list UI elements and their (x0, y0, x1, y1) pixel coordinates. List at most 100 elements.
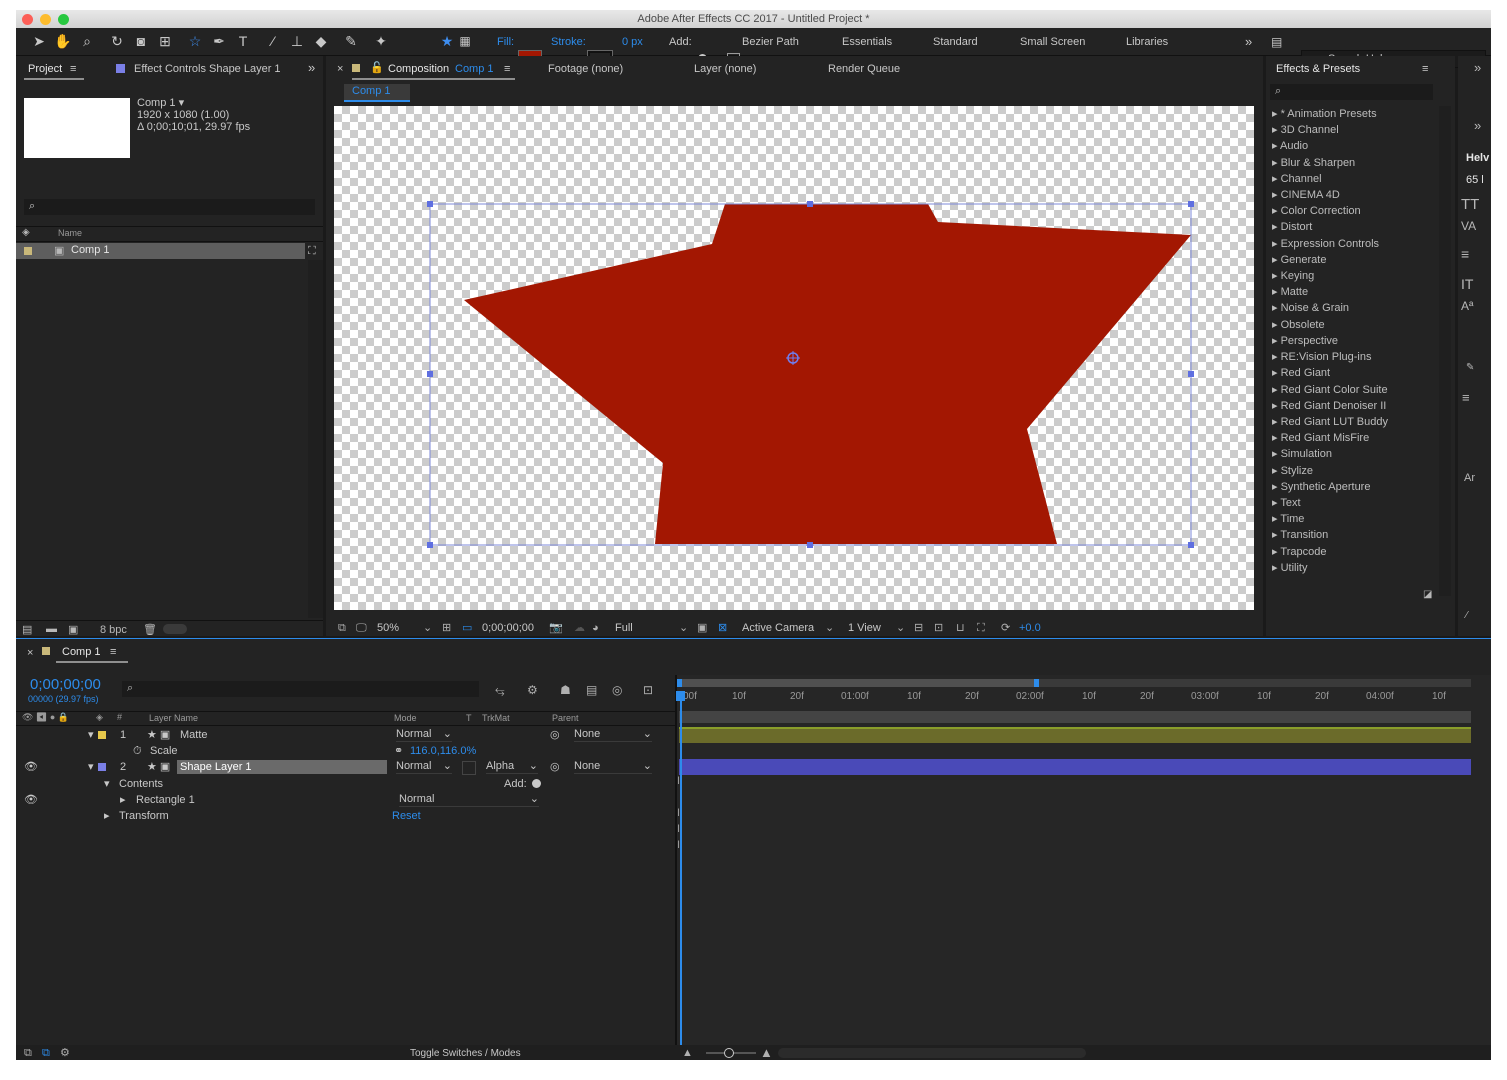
effects-category[interactable]: ▸ Red Giant LUT Buddy (1272, 415, 1388, 429)
panel-overflow-icon[interactable]: » (1474, 60, 1481, 75)
region-of-interest-icon[interactable]: ▣ (697, 622, 707, 634)
close-tab-icon[interactable]: × (27, 646, 33, 660)
effects-category[interactable]: ▸ Red Giant Denoiser II (1272, 399, 1386, 413)
trash-icon[interactable]: 🗑 (143, 623, 157, 636)
effects-scrollbar[interactable] (1439, 106, 1451, 596)
stroke-label[interactable]: Stroke: (551, 34, 586, 50)
mask-visibility-icon[interactable]: ▭ (462, 622, 472, 634)
effects-category[interactable]: ▸ Channel (1272, 172, 1322, 186)
constrain-proportions-icon[interactable]: ⚭ (394, 743, 403, 759)
checker-icon[interactable]: ▦ (456, 32, 474, 50)
selection-tool-icon[interactable]: ➤ (30, 32, 48, 50)
preserve-transparency-checkbox[interactable] (462, 761, 476, 775)
shy-layers-icon[interactable]: ☗ (560, 684, 571, 696)
motion-blur-icon[interactable]: ◎ (612, 684, 622, 696)
label-column-icon[interactable]: ◈ (22, 227, 30, 238)
new-folder-icon[interactable]: ▬ (46, 623, 57, 635)
align-icon[interactable]: ≡ (1462, 390, 1470, 405)
close-window-button[interactable] (22, 14, 33, 25)
transform-handle-ml[interactable] (427, 371, 433, 377)
workspace-standard[interactable]: Standard (933, 34, 978, 50)
trkmat-dropdown[interactable]: Alpha ⌄ (486, 759, 538, 774)
timeline-icon[interactable]: ⊔ (956, 622, 965, 634)
timeline-scrollbar[interactable] (778, 1048, 1086, 1058)
close-tab-icon[interactable]: × (337, 62, 343, 76)
layer-bar-matte[interactable] (679, 727, 1471, 743)
hand-tool-icon[interactable]: ✋ (54, 32, 72, 50)
flowchart-icon[interactable]: ⛶ (977, 622, 985, 634)
effects-category[interactable]: ▸ Noise & Grain (1272, 301, 1349, 315)
property-row-rectangle[interactable]: 👁 ▸ Rectangle 1 Normal ⌄ (16, 792, 675, 808)
tab-effect-controls[interactable]: Effect Controls Shape Layer 1 (134, 62, 281, 76)
pickwhip-icon[interactable]: ◎ (550, 759, 560, 775)
draft-3d-icon[interactable]: ⚙ (527, 684, 538, 696)
effects-category[interactable]: ▸ Audio (1272, 139, 1308, 153)
new-preset-icon[interactable]: ◪ (1423, 589, 1432, 600)
av-features-icon[interactable]: 👁 ◀ ● 🔒 (22, 712, 69, 723)
panel-overflow-icon[interactable]: » (308, 61, 315, 75)
layer-switches-icon[interactable]: ⧉ (24, 1047, 32, 1059)
effects-category[interactable]: ▸ Distort (1272, 220, 1312, 234)
workspace-libraries[interactable]: Libraries (1126, 34, 1168, 50)
lock-icon[interactable]: 🔓 (370, 61, 384, 75)
paragraph-icon[interactable]: ✎ (1466, 362, 1474, 373)
effects-search-input[interactable]: ⌕ (1270, 84, 1433, 100)
reset-link[interactable]: Reset (392, 808, 421, 824)
layer-row-matte[interactable]: ▾ 1 ★ ▣ Matte Normal ⌄ ◎ None ⌄ (16, 727, 675, 743)
transform-handle-tl[interactable] (427, 201, 433, 207)
interpret-footage-icon[interactable]: ▤ (22, 623, 32, 636)
expand-icon[interactable]: ▾ (88, 727, 94, 743)
effects-category[interactable]: ▸ Blur & Sharpen (1272, 156, 1355, 170)
time-ruler[interactable]: 00f 10f 20f 01:00f 10f 20f 02:00f 10f 20… (677, 691, 1472, 709)
effects-panel-title[interactable]: Effects & Presets (1276, 62, 1360, 76)
effects-category[interactable]: ▸ Text (1272, 496, 1301, 510)
tab-timeline-comp[interactable]: Comp 1 (62, 645, 101, 659)
project-scrollbar[interactable] (308, 260, 323, 618)
graph-editor-icon[interactable]: ⊡ (643, 684, 653, 696)
toggle-switches-modes[interactable]: Toggle Switches / Modes (410, 1048, 521, 1059)
effects-category[interactable]: ▸ Red Giant MisFire (1272, 431, 1369, 445)
toggle-icon[interactable] (163, 624, 187, 634)
time-navigator[interactable] (677, 679, 1471, 687)
trkmat-header[interactable]: TrkMat (482, 713, 510, 723)
comp-viewer[interactable] (334, 106, 1254, 610)
comp-mini-flowchart-icon[interactable]: ⥃ (495, 684, 505, 696)
frame-blending-icon[interactable]: ▤ (586, 684, 597, 696)
layer-bar-shape[interactable] (679, 759, 1471, 775)
time-graph[interactable]: 00f 10f 20f 01:00f 10f 20f 02:00f 10f 20… (676, 675, 1491, 1060)
panel-menu-icon[interactable]: ≡ (504, 62, 510, 76)
effects-category[interactable]: ▸ Matte (1272, 285, 1308, 299)
transform-handle-tr[interactable] (1188, 201, 1194, 207)
comp-info-name[interactable]: Comp 1 ▾ (137, 96, 184, 109)
effects-category[interactable]: ▸ 3D Channel (1272, 123, 1339, 137)
effects-category[interactable]: ▸ Keying (1272, 269, 1314, 283)
pen-tool-icon[interactable]: ✒ (210, 32, 228, 50)
effects-category[interactable]: ▸ Transition (1272, 528, 1328, 542)
navigator-end-handle[interactable] (1034, 679, 1039, 687)
layer-name-header[interactable]: Layer Name (149, 713, 198, 723)
panel-overflow-icon[interactable]: » (1474, 118, 1481, 133)
collapse-icon[interactable]: ▸ (120, 792, 126, 808)
pickwhip-icon[interactable]: ◎ (550, 727, 560, 743)
fill-label[interactable]: Fill: (497, 34, 514, 50)
workspace-overflow-icon[interactable]: » (1245, 34, 1252, 50)
font-family-field[interactable]: Helv (1466, 152, 1489, 164)
property-row-scale[interactable]: ⏱ Scale ⚭ 116.0,116.0% (16, 743, 675, 759)
fast-previews-icon[interactable]: ⊡ (934, 622, 943, 634)
bpc-label[interactable]: 8 bpc (100, 624, 127, 636)
zoom-out-icon[interactable]: ▲ (682, 1047, 693, 1059)
transform-handle-tc[interactable] (807, 201, 813, 207)
search-help-toggle-icon[interactable]: ▤ (1271, 34, 1282, 50)
navigator-start-handle[interactable] (677, 679, 682, 687)
name-column-header[interactable]: Name (58, 228, 82, 238)
snapshot-icon[interactable]: 📷 (549, 622, 563, 634)
panel-menu-icon[interactable]: ≡ (70, 62, 76, 76)
group-mode-dropdown[interactable]: Normal ⌄ (399, 792, 539, 807)
effects-category[interactable]: ▸ Trapcode (1272, 545, 1326, 559)
expand-icon[interactable]: ▾ (88, 759, 94, 775)
chevron-down-icon[interactable]: ⌄ (423, 622, 432, 634)
mode-dropdown[interactable]: Normal ⌄ (396, 759, 452, 774)
tab-layer[interactable]: Layer (none) (694, 62, 756, 76)
stopwatch-icon[interactable]: ⏱ (133, 743, 142, 759)
safe-margins-icon[interactable]: ⊞ (442, 622, 451, 634)
